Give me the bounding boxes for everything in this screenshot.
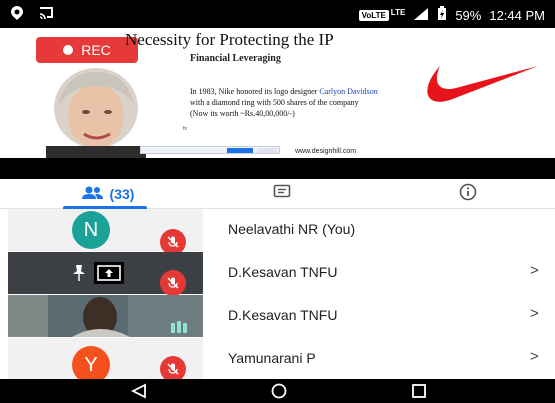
info-icon — [459, 183, 477, 206]
location-icon — [10, 5, 24, 26]
back-icon[interactable] — [130, 383, 148, 403]
mic-off-icon — [160, 270, 186, 296]
list-item[interactable]: D.Kesavan TNFU > — [0, 295, 555, 337]
divider-band — [0, 158, 555, 179]
participant-tile — [8, 295, 203, 337]
tab-chat[interactable] — [262, 179, 302, 209]
list-item[interactable]: N Neelavathi NR (You) — [0, 209, 555, 255]
presenting-icon — [94, 262, 124, 284]
slide-line-2: with a diamond ring with 500 shares of t… — [190, 98, 359, 107]
chevron-right-icon[interactable]: > — [530, 262, 539, 279]
participant-name: Neelavathi NR (You) — [228, 221, 356, 237]
slide-footnote-mark: fx — [183, 126, 187, 132]
lte-label: LTE — [390, 7, 406, 17]
navigation-bar — [0, 379, 555, 403]
pin-icon — [70, 264, 88, 287]
presentation-view[interactable]: REC Necessity for Protecting the IP Fina… — [0, 28, 555, 158]
record-dot-icon — [63, 45, 74, 55]
chat-icon — [273, 184, 291, 205]
battery-percent: 59% — [455, 7, 482, 23]
participant-name: Yamunarani P — [228, 350, 316, 366]
participant-tile: Y — [8, 338, 203, 384]
screen-share-banner — [140, 146, 280, 154]
slide-website: www.designhill.com — [295, 148, 357, 155]
signal-icon — [413, 7, 429, 24]
tab-people[interactable]: (33) — [58, 179, 158, 209]
slide-title: Necessity for Protecting the IP — [125, 30, 334, 49]
avatar-initial: N — [83, 218, 99, 241]
battery-icon — [437, 6, 447, 24]
participant-name: D.Kesavan TNFU — [228, 307, 338, 323]
participant-tile: N — [8, 209, 203, 255]
recents-icon[interactable] — [410, 383, 428, 403]
rec-label: REC — [81, 42, 111, 58]
portrait-photo — [26, 64, 166, 158]
list-item[interactable]: Y Yamunarani P > — [0, 338, 555, 384]
slide-body: In 1983, Nike honored its logo designer … — [190, 86, 490, 119]
designer-name: Carlyon Davidson — [319, 87, 378, 96]
people-count: (33) — [109, 186, 135, 202]
volte-badge: VoLTE — [358, 9, 389, 21]
meet-screen: VoLTE LTE 59% 12:44 PM REC Necessity for… — [0, 0, 555, 403]
chevron-right-icon[interactable]: > — [530, 348, 539, 365]
people-icon — [81, 186, 104, 203]
avatar: N — [72, 211, 110, 249]
recording-indicator: REC — [36, 37, 138, 63]
participant-name: D.Kesavan TNFU — [228, 264, 338, 280]
participant-tile — [8, 252, 203, 296]
slide-line-1: In 1983, Nike honored its logo designer — [190, 87, 318, 96]
list-item[interactable]: D.Kesavan TNFU > — [0, 252, 555, 296]
hide-banner-button[interactable] — [257, 148, 277, 153]
slide-subtitle: Financial Leveraging — [190, 53, 281, 64]
participant-list: N Neelavathi NR (You) D.Kesavan TNFU > D… — [0, 209, 555, 384]
tab-info[interactable] — [448, 179, 488, 209]
audio-level-icon — [170, 319, 188, 338]
status-bar: VoLTE LTE 59% 12:44 PM — [0, 0, 555, 28]
chevron-right-icon[interactable]: > — [530, 305, 539, 322]
home-icon[interactable] — [270, 383, 288, 403]
slide-line-3: (Now its worth ~Rs.40,00,000/-) — [190, 109, 295, 118]
stop-sharing-button[interactable] — [227, 148, 253, 153]
clock: 12:44 PM — [489, 7, 545, 23]
avatar-initial: Y — [84, 353, 98, 376]
cast-icon — [38, 5, 54, 26]
panel-tabs: (33) — [0, 179, 555, 209]
